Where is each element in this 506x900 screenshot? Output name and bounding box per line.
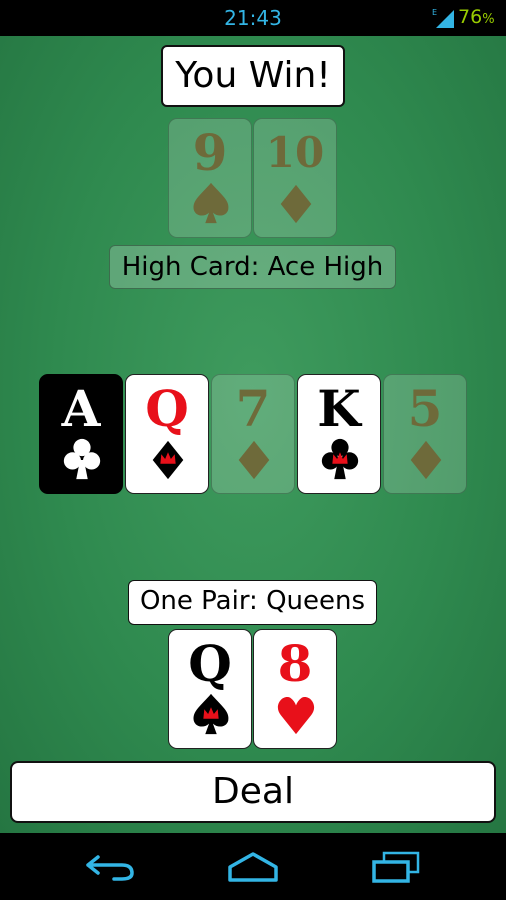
spade-icon <box>193 182 229 224</box>
result-banner: You Win! <box>161 45 345 107</box>
opponent-card-2: 10 <box>253 118 337 238</box>
card-rank: 9 <box>192 123 228 182</box>
board-card-2: Q <box>125 374 209 494</box>
diamond-icon <box>410 440 442 480</box>
spade-icon <box>193 693 229 735</box>
board-card-1: A <box>39 374 123 494</box>
club-icon <box>63 438 101 480</box>
card-rank: A <box>61 379 101 438</box>
deal-button-label: Deal <box>212 771 294 812</box>
recents-icon[interactable] <box>370 851 422 883</box>
card-rank: 8 <box>277 634 313 693</box>
heart-icon <box>277 696 315 735</box>
board-card-4: K <box>297 374 381 494</box>
player-card-1: Q <box>168 629 252 749</box>
status-bar: 21:43 E 76% <box>0 0 506 36</box>
card-rank: Q <box>145 379 189 438</box>
network-type: E <box>432 8 437 17</box>
board-card-3: 7 <box>211 374 295 494</box>
club-icon <box>321 438 359 480</box>
back-icon[interactable] <box>84 851 136 883</box>
status-clock: 21:43 <box>224 6 282 30</box>
player-hand-label: One Pair: Queens <box>128 580 377 625</box>
player-card-2: 8 <box>253 629 337 749</box>
card-rank: 5 <box>407 379 443 438</box>
opponent-card-1: 9 <box>168 118 252 238</box>
home-icon[interactable] <box>227 851 279 883</box>
diamond-icon <box>152 440 184 480</box>
signal-icon: E <box>432 8 454 28</box>
card-rank: 10 <box>265 128 325 177</box>
card-rank: Q <box>188 634 232 693</box>
navigation-bar <box>0 833 506 900</box>
diamond-icon <box>238 440 270 480</box>
card-rank: 7 <box>235 379 271 438</box>
diamond-icon <box>280 184 312 224</box>
deal-button[interactable]: Deal <box>10 761 496 823</box>
board-card-5: 5 <box>383 374 467 494</box>
card-rank: K <box>317 379 361 438</box>
result-text: You Win! <box>175 55 331 96</box>
battery-level: 76% <box>458 6 495 28</box>
opponent-hand-label: High Card: Ace High <box>109 245 396 289</box>
